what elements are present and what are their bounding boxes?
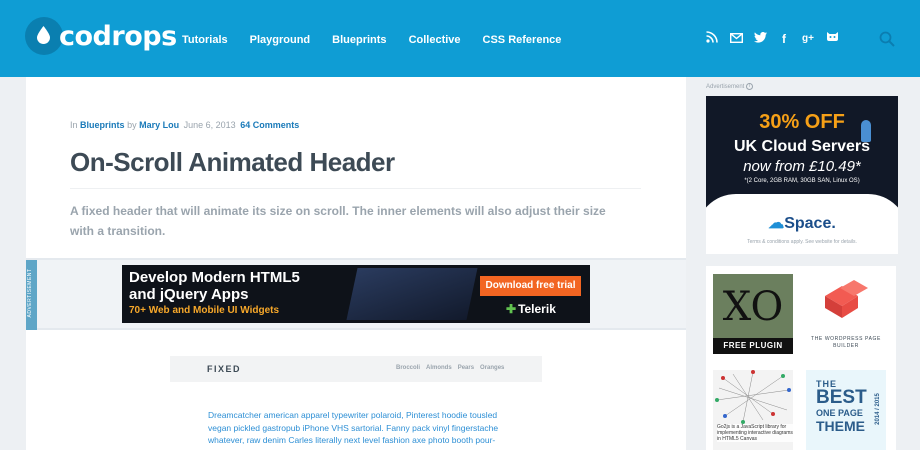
rss-icon[interactable] [704, 31, 720, 47]
best-theme-line-3: ONE PAGE [816, 408, 863, 418]
telerik-brand: ✚ Telerik [506, 302, 556, 316]
page-builder-tile[interactable]: THE WORDPRESS PAGE BUILDER [806, 274, 886, 354]
promo-tiles: XO FREE PLUGIN THE WORDPRESS PAGE BUILDE… [706, 266, 896, 450]
twitter-icon[interactable] [752, 31, 768, 47]
meta-by: by [127, 120, 137, 130]
site-header: codrops Tutorials Playground Blueprints … [0, 0, 920, 77]
article-lead: A fixed header that will animate its siz… [70, 204, 606, 238]
xo-art: XO [722, 284, 784, 330]
demo-body-text: Dreamcatcher american apparel typewriter… [208, 410, 499, 450]
demo-link-oranges[interactable]: Oranges [480, 365, 504, 371]
mail-icon[interactable] [728, 31, 744, 47]
google-plus-icon[interactable]: g+ [800, 31, 816, 47]
page-builder-label: THE WORDPRESS PAGE BUILDER [811, 336, 881, 349]
category-link[interactable]: Blueprints [80, 120, 125, 130]
nav-tutorials[interactable]: Tutorials [182, 34, 228, 46]
nav-playground[interactable]: Playground [250, 34, 311, 46]
banner-headline: Develop Modern HTML5 and jQuery Apps [129, 269, 300, 303]
go2js-label: Go2js is a JavaScript library for implem… [717, 424, 793, 442]
go2js-tile[interactable]: Go2js is a JavaScript library for implem… [713, 370, 793, 450]
post-date: June 6, 2013 [183, 120, 236, 130]
main-nav: Tutorials Playground Blueprints Collecti… [182, 34, 583, 46]
best-theme-years: 2014 / 2015 [874, 393, 881, 425]
space-ad[interactable]: 30% OFF UK Cloud Servers now from £10.49… [706, 96, 898, 254]
author-link[interactable]: Mary Lou [139, 120, 179, 130]
github-icon[interactable] [824, 31, 840, 47]
demo-header: FIXED Broccoli Almonds Pears Oranges [170, 356, 542, 382]
info-icon: i [746, 83, 754, 90]
search-icon[interactable] [879, 31, 895, 47]
article-meta: In Blueprints by Mary Lou June 6, 2013 6… [70, 120, 299, 130]
cloud-icon: ☁ [768, 215, 785, 232]
demo-header-label: FIXED [207, 364, 242, 374]
banner-subtitle: 70+ Web and Mobile UI Widgets [129, 305, 280, 316]
comments-link[interactable]: 64 Comments [240, 120, 299, 130]
best-theme-line-2: BEST [816, 387, 867, 408]
telerik-icon: ✚ [506, 302, 517, 316]
social-links: f g+ [704, 31, 848, 47]
drop-icon [37, 26, 50, 44]
nav-css-reference[interactable]: CSS Reference [483, 34, 562, 46]
logo-text: codrops [59, 21, 177, 52]
download-trial-button[interactable]: Download free trial [480, 276, 581, 296]
ad-product: UK Cloud Servers [733, 138, 871, 155]
nav-collective[interactable]: Collective [409, 34, 461, 46]
nav-blueprints[interactable]: Blueprints [332, 34, 386, 46]
builder-logo-icon [825, 280, 868, 318]
best-theme-tile[interactable]: THE BEST ONE PAGE THEME 2014 / 2015 [806, 370, 886, 450]
advertisement-label: Advertisement i [706, 83, 754, 90]
demo-nav: Broccoli Almonds Pears Oranges [396, 365, 510, 371]
facebook-icon[interactable]: f [776, 31, 792, 47]
free-plugin-label: FREE PLUGIN [713, 338, 793, 354]
diagram-icon [715, 370, 791, 424]
banner-screenshot [346, 268, 478, 320]
ad-specs: *(2 Core, 2GB RAM, 30GB SAN, Linux OS) [744, 178, 860, 184]
ad-price: now from £10.49* [743, 158, 861, 175]
telerik-banner[interactable]: Develop Modern HTML5 and jQuery Apps 70+… [122, 265, 590, 323]
ad-offer: 30% OFF [759, 111, 845, 133]
title-divider [70, 188, 641, 189]
article-panel: In Blueprints by Mary Lou June 6, 2013 6… [26, 77, 686, 450]
demo-link-pears[interactable]: Pears [458, 365, 474, 371]
codrops-logo[interactable]: codrops [25, 17, 177, 57]
space-brand: ☁Space. [768, 215, 836, 232]
ad-terms: Terms & conditions apply. See website fo… [747, 239, 857, 245]
ad-tag: ADVERTISEMENT [26, 260, 37, 330]
demo-link-broccoli[interactable]: Broccoli [396, 365, 420, 371]
inline-ad-strip: ADVERTISEMENT Develop Modern HTML5 and j… [26, 258, 686, 330]
article-title: On-Scroll Animated Header [70, 147, 395, 177]
demo-link-almonds[interactable]: Almonds [426, 365, 452, 371]
free-plugin-tile[interactable]: XO FREE PLUGIN [713, 274, 793, 354]
logo-badge [25, 17, 63, 55]
best-theme-line-4: THEME [816, 418, 865, 434]
meta-in: In [70, 120, 78, 130]
